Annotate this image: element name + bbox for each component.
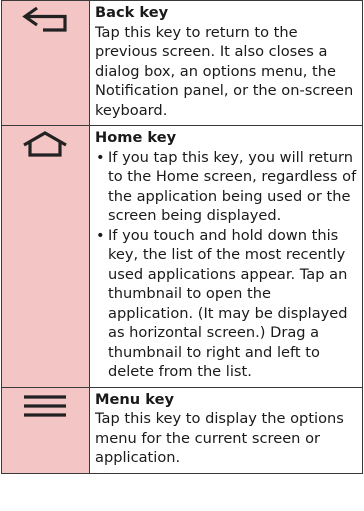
- back-arrow-icon: [2, 1, 89, 33]
- home-key-text-cell: Home key If you tap this key, you will r…: [89, 125, 363, 388]
- menu-key-icon-cell: [1, 386, 90, 474]
- back-key-icon-cell: [1, 0, 90, 126]
- home-icon: [2, 126, 89, 158]
- menu-key-text-cell: Menu key Tap this key to display the opt…: [89, 386, 363, 474]
- home-key-title: Home key: [95, 129, 177, 146]
- home-key-bullet-2: If you touch and hold down this key, the…: [95, 226, 358, 382]
- keys-table: Back key Tap this key to return to the p…: [1, 0, 363, 474]
- home-key-icon-cell: [1, 125, 90, 388]
- home-key-bullet-1: If you tap this key, you will return to …: [95, 148, 358, 226]
- back-key-description: Tap this key to return to the previous s…: [95, 23, 354, 119]
- home-key-row: Home key If you tap this key, you will r…: [1, 125, 363, 388]
- back-key-title: Back key: [95, 4, 169, 21]
- menu-icon: [2, 388, 89, 420]
- menu-key-title: Menu key: [95, 390, 175, 408]
- menu-key-row: Menu key Tap this key to display the opt…: [1, 386, 363, 474]
- back-key-text-cell: Back key Tap this key to return to the p…: [89, 0, 363, 126]
- menu-key-description: Tap this key to display the options menu…: [95, 410, 344, 466]
- home-key-bullet-list: If you tap this key, you will return to …: [95, 148, 358, 382]
- back-key-row: Back key Tap this key to return to the p…: [1, 0, 363, 126]
